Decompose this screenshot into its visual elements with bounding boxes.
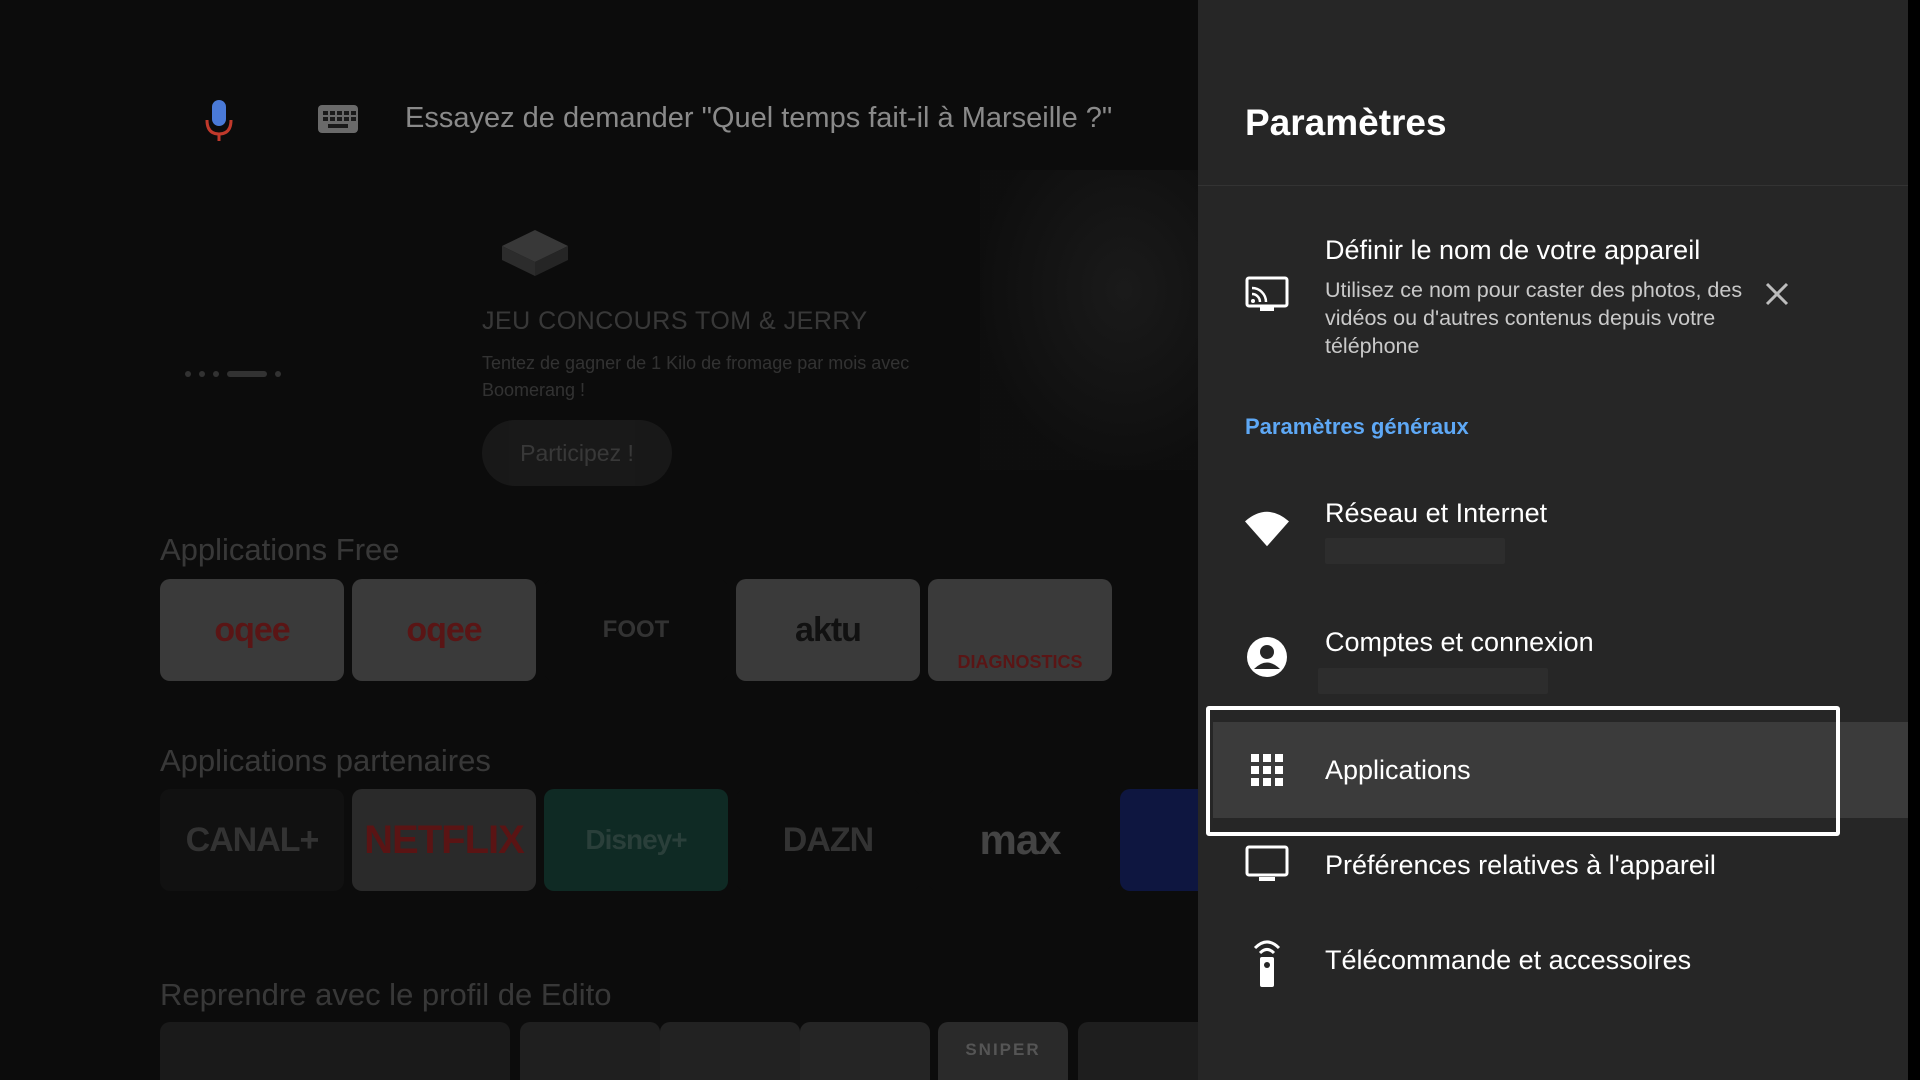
network-status bbox=[1325, 538, 1505, 564]
resume-card[interactable] bbox=[1078, 1022, 1198, 1080]
free-apps-title: Applications Free bbox=[160, 532, 400, 567]
app-tile-canal-plus[interactable]: CANAL+ bbox=[160, 789, 344, 891]
section-general-settings: Paramètres généraux bbox=[1245, 414, 1469, 439]
resume-card[interactable] bbox=[520, 1022, 660, 1080]
resume-title: Reprendre avec le profil de Edito bbox=[160, 977, 612, 1012]
boomerang-logo bbox=[502, 230, 568, 276]
promo-description: Tentez de gagner de 1 Kilo de fromage pa… bbox=[482, 353, 910, 400]
device-name-title[interactable]: Définir le nom de votre appareil bbox=[1325, 235, 1700, 266]
tv-icon bbox=[1245, 842, 1289, 886]
keyboard-icon[interactable] bbox=[318, 105, 358, 133]
hero-image bbox=[980, 170, 1198, 470]
app-tile-dazn[interactable]: DAZN bbox=[736, 789, 920, 891]
app-tile-netflix[interactable]: NETFLIX bbox=[352, 789, 536, 891]
account-icon bbox=[1245, 635, 1289, 679]
app-tile-diagnostics[interactable]: DIAGNOSTICS bbox=[928, 579, 1112, 681]
settings-title: Paramètres bbox=[1245, 102, 1447, 143]
settings-item-device-preferences[interactable]: Préférences relatives à l'appareil bbox=[1325, 850, 1716, 881]
settings-panel: Paramètres Définir le nom de votre appar… bbox=[1198, 0, 1908, 1080]
carousel-indicator bbox=[185, 371, 281, 377]
app-tile-tf1[interactable]: T bbox=[1120, 789, 1198, 891]
partner-apps-title: Applications partenaires bbox=[160, 743, 491, 778]
settings-item-accounts[interactable]: Comptes et connexion bbox=[1325, 627, 1594, 658]
focus-indicator bbox=[1206, 706, 1840, 836]
app-tile-disney-plus[interactable]: Disney+ bbox=[544, 789, 728, 891]
app-tile-oqee-cine[interactable]: oqee bbox=[352, 579, 536, 681]
settings-header: Paramètres bbox=[1198, 0, 1908, 186]
resume-card-sniper[interactable]: SNIPER bbox=[938, 1022, 1068, 1080]
settings-item-network[interactable]: Réseau et Internet bbox=[1325, 498, 1547, 529]
remote-icon bbox=[1245, 938, 1289, 988]
close-icon[interactable] bbox=[1761, 278, 1793, 310]
app-tile-max[interactable]: max bbox=[928, 789, 1112, 891]
resume-card[interactable] bbox=[660, 1022, 800, 1080]
wifi-icon bbox=[1245, 507, 1289, 551]
accounts-status bbox=[1318, 668, 1548, 694]
promo-title: JEU CONCOURS TOM & JERRY bbox=[482, 307, 868, 335]
resume-card[interactable] bbox=[800, 1022, 930, 1080]
settings-item-remote-accessories[interactable]: Télécommande et accessoires bbox=[1325, 945, 1691, 976]
participate-button[interactable]: Participez ! bbox=[482, 420, 672, 486]
cast-icon bbox=[1245, 272, 1289, 316]
app-tile-free-foot[interactable]: FOOT bbox=[544, 579, 728, 681]
panel-edge bbox=[1908, 0, 1920, 1080]
resume-card[interactable] bbox=[160, 1022, 510, 1080]
search-prompt[interactable]: Essayez de demander "Quel temps fait-il … bbox=[405, 102, 1112, 135]
device-name-description: Utilisez ce nom pour caster des photos, … bbox=[1325, 278, 1743, 358]
app-tile-oqee[interactable]: oqee bbox=[160, 579, 344, 681]
home-screen: Essayez de demander "Quel temps fait-il … bbox=[0, 0, 1198, 1080]
app-tile-aktu[interactable]: aktu bbox=[736, 579, 920, 681]
microphone-icon[interactable] bbox=[205, 100, 233, 142]
